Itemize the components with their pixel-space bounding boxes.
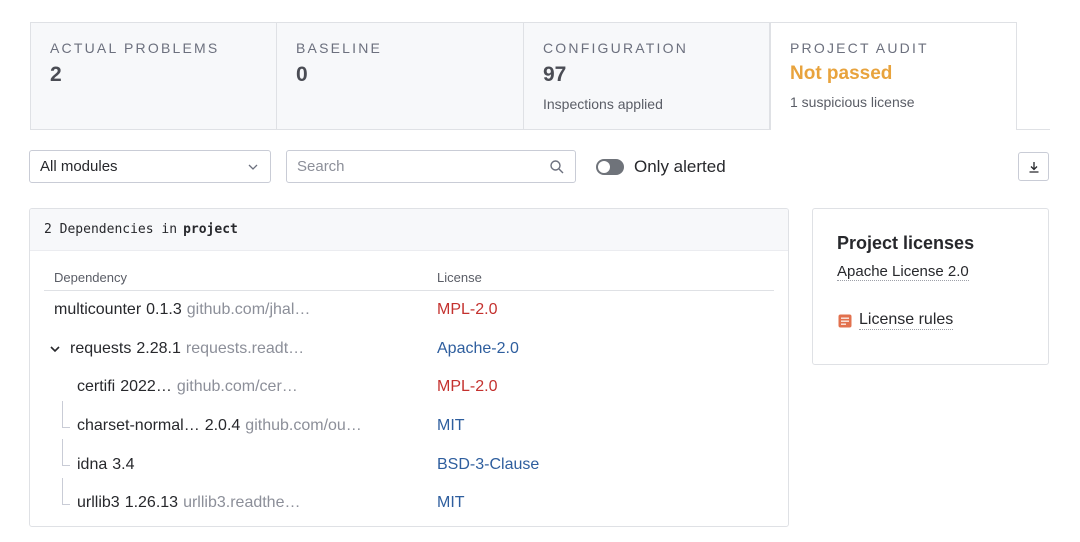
module-select-value: All modules bbox=[40, 158, 118, 175]
card-value: 97 bbox=[543, 63, 567, 86]
license-link[interactable]: Apache-2.0 bbox=[437, 330, 519, 369]
dependency-version: 0.1.3 bbox=[146, 301, 182, 319]
card-value: 2 bbox=[50, 63, 62, 86]
chevron-down-icon[interactable] bbox=[48, 342, 62, 356]
dependencies-panel: 2 Dependencies in project Dependency Lice… bbox=[29, 208, 789, 527]
table-row[interactable]: idna 3.4 BSD-3-Clause bbox=[44, 439, 774, 484]
download-icon bbox=[1029, 161, 1038, 173]
project-licenses-title: Project licenses bbox=[837, 233, 975, 253]
tree-connector bbox=[62, 477, 70, 505]
table-row[interactable]: urllib3 1.26.13 urllib3.readthe… MIT bbox=[44, 477, 774, 523]
dependency-name[interactable]: certifi bbox=[77, 378, 115, 396]
dependency-name[interactable]: requests bbox=[70, 340, 131, 358]
table-row[interactable]: certifi 2022… github.com/cer… MPL-2.0 bbox=[44, 368, 774, 407]
dependency-name-cell: urllib3 1.26.13 urllib3.readthe… bbox=[77, 484, 300, 523]
card-subtitle: 1 suspicious license bbox=[790, 94, 915, 110]
book-icon bbox=[838, 314, 852, 327]
dependencies-header-text: Dependencies in bbox=[59, 222, 178, 237]
license-link[interactable]: BSD-3-Clause bbox=[437, 445, 539, 484]
card-title: ACTUAL PROBLEMS bbox=[50, 40, 220, 56]
dependency-source-link[interactable]: github.com/jhal… bbox=[187, 301, 311, 319]
card-subtitle: Inspections applied bbox=[543, 96, 663, 112]
module-select[interactable]: All modules bbox=[29, 150, 271, 183]
license-link[interactable]: MPL-2.0 bbox=[437, 368, 497, 407]
toggle-switch[interactable] bbox=[596, 159, 624, 175]
project-license-name[interactable]: Apache License 2.0 bbox=[837, 263, 969, 281]
chevron-down-icon bbox=[248, 164, 258, 170]
column-header-license[interactable]: License bbox=[437, 270, 482, 285]
card-baseline[interactable]: BASELINE 0 bbox=[276, 22, 523, 130]
card-title: PROJECT AUDIT bbox=[790, 40, 929, 56]
card-actual-problems[interactable]: ACTUAL PROBLEMS 2 bbox=[30, 22, 277, 130]
license-rules-label: License rules bbox=[859, 311, 954, 330]
card-configuration[interactable]: CONFIGURATION 97 Inspections applied bbox=[523, 22, 770, 130]
card-value: 0 bbox=[296, 63, 308, 86]
card-title: BASELINE bbox=[296, 40, 383, 56]
table-row[interactable]: requests 2.28.1 requests.readt… Apache-2… bbox=[44, 330, 774, 369]
dependency-version: 3.4 bbox=[112, 455, 135, 473]
only-alerted-toggle[interactable]: Only alerted bbox=[596, 155, 726, 179]
dependency-source-link[interactable]: urllib3.readthe… bbox=[183, 494, 300, 512]
dependencies-scope: project bbox=[183, 222, 238, 237]
dependency-source-link[interactable]: requests.readt… bbox=[186, 340, 304, 358]
dependency-name[interactable]: idna bbox=[77, 456, 107, 474]
dependency-source-link[interactable]: github.com/ou… bbox=[245, 417, 362, 435]
dependency-source-link[interactable]: github.com/cer… bbox=[177, 378, 298, 396]
tree-connector bbox=[62, 400, 70, 428]
project-licenses-panel: Project licenses Apache License 2.0 Lice… bbox=[812, 208, 1049, 365]
license-link[interactable]: MIT bbox=[437, 484, 465, 523]
tab-divider bbox=[1017, 129, 1050, 130]
table-header: Dependency License bbox=[44, 251, 774, 291]
dependency-count: 2 bbox=[44, 222, 52, 237]
dependency-version: 2.0.4 bbox=[204, 417, 241, 435]
dependency-version: 2022… bbox=[120, 378, 172, 396]
download-button[interactable] bbox=[1018, 152, 1049, 181]
table-row[interactable]: multicounter 0.1.3 github.com/jhal… MPL-… bbox=[44, 291, 774, 330]
search-icon[interactable] bbox=[549, 159, 565, 175]
license-rules-link[interactable]: License rules bbox=[837, 311, 1024, 330]
dependency-name[interactable]: multicounter bbox=[54, 301, 141, 319]
table-row[interactable]: charset-normal… 2.0.4 github.com/ou… MIT bbox=[44, 400, 774, 446]
search-box[interactable] bbox=[286, 150, 576, 183]
dependency-version: 2.28.1 bbox=[136, 339, 181, 357]
license-link[interactable]: MPL-2.0 bbox=[437, 291, 497, 330]
dependency-name-cell: idna 3.4 bbox=[77, 445, 135, 484]
dependency-name-cell: requests 2.28.1 requests.readt… bbox=[48, 330, 304, 369]
column-header-dependency[interactable]: Dependency bbox=[54, 270, 127, 285]
dependency-name[interactable]: urllib3 bbox=[77, 494, 120, 512]
dependencies-header: 2 Dependencies in project bbox=[30, 209, 788, 251]
dependency-name[interactable]: charset-normal… bbox=[77, 417, 200, 435]
toggle-knob bbox=[598, 161, 610, 173]
summary-cards: ACTUAL PROBLEMS 2 BASELINE 0 CONFIGURATI… bbox=[30, 22, 1050, 130]
dependency-name-cell: multicounter 0.1.3 github.com/jhal… bbox=[54, 291, 310, 330]
dependency-name-cell: charset-normal… 2.0.4 github.com/ou… bbox=[77, 407, 362, 446]
dependencies-table: Dependency License multicounter 0.1.3 gi… bbox=[44, 251, 774, 523]
card-title: CONFIGURATION bbox=[543, 40, 689, 56]
search-input[interactable] bbox=[297, 158, 549, 175]
dependency-name-cell: certifi 2022… github.com/cer… bbox=[77, 368, 298, 407]
audit-status: Not passed bbox=[790, 63, 893, 84]
tree-connector bbox=[62, 439, 70, 467]
dependency-version: 1.26.13 bbox=[124, 494, 179, 512]
card-project-audit[interactable]: PROJECT AUDIT Not passed 1 suspicious li… bbox=[770, 22, 1017, 130]
toggle-label: Only alerted bbox=[634, 157, 726, 176]
license-link[interactable]: MIT bbox=[437, 407, 465, 446]
